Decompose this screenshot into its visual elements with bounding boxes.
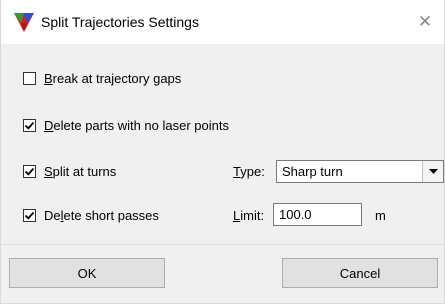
- ok-button[interactable]: OK: [9, 258, 165, 288]
- split-trajectories-dialog: Split Trajectories Settings ✕ Break at t…: [0, 0, 445, 304]
- break-gaps-option[interactable]: Break at trajectory gaps: [23, 71, 181, 86]
- break-gaps-checkbox[interactable]: [23, 72, 36, 85]
- window-title: Split Trajectories Settings: [41, 14, 199, 30]
- delete-no-laser-option[interactable]: Delete parts with no laser points: [23, 118, 229, 133]
- title-bar: Split Trajectories Settings ✕: [1, 0, 444, 44]
- turn-type-select[interactable]: Sharp turn: [276, 160, 444, 183]
- limit-input[interactable]: 100.0: [273, 203, 362, 226]
- turn-type-value: Sharp turn: [282, 164, 343, 179]
- terrasolid-triangle-icon: [13, 11, 35, 33]
- break-gaps-label: Break at trajectory gaps: [44, 71, 182, 86]
- split-turns-label: Split at turns: [44, 164, 117, 179]
- chevron-down-icon[interactable]: [422, 161, 443, 182]
- checkmark-icon: [24, 121, 35, 130]
- cancel-button[interactable]: Cancel: [282, 258, 438, 288]
- checkmark-icon: [24, 167, 35, 176]
- close-button[interactable]: ✕: [406, 0, 444, 44]
- button-separator: [1, 244, 444, 245]
- checkmark-icon: [24, 211, 35, 220]
- limit-unit: m: [375, 208, 386, 223]
- type-label: Type:: [233, 164, 265, 179]
- delete-short-checkbox[interactable]: [23, 209, 36, 222]
- limit-label: Limit:: [233, 208, 265, 223]
- delete-short-option[interactable]: Delete short passes: [23, 208, 159, 223]
- delete-no-laser-label: Delete parts with no laser points: [44, 118, 229, 133]
- split-turns-option[interactable]: Split at turns: [23, 164, 116, 179]
- split-turns-checkbox[interactable]: [23, 165, 36, 178]
- delete-short-label: Delete short passes: [44, 208, 159, 223]
- delete-no-laser-checkbox[interactable]: [23, 119, 36, 132]
